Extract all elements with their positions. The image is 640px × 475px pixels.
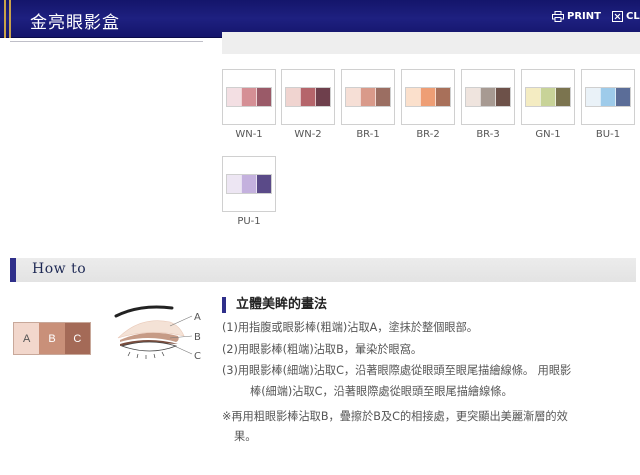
print-label: PRINT: [567, 11, 601, 22]
shade-swatch[interactable]: [281, 69, 335, 125]
close-button[interactable]: CL: [612, 11, 640, 22]
shade-color-cell: [376, 88, 390, 106]
shade-palette: [285, 87, 331, 107]
shade-label: PU-1: [237, 216, 261, 227]
shade-palette: [525, 87, 571, 107]
shade-label: BR-2: [416, 129, 440, 140]
shade-color-cell: [436, 88, 450, 106]
shade-swatch[interactable]: [461, 69, 515, 125]
shade-palette: [226, 87, 272, 107]
shade-color-cell: [241, 175, 257, 193]
palette-cell-c: C: [64, 323, 90, 354]
shade-color-cell: [540, 88, 556, 106]
shade-palette: [465, 87, 511, 107]
eye-label-b: B: [194, 332, 201, 343]
shade-palette: [585, 87, 631, 107]
header-gold-stripe: [4, 0, 6, 38]
printer-icon: [552, 11, 564, 22]
header-gold-stripe: [9, 0, 11, 38]
shade-section-strip: [222, 32, 640, 54]
shade-color-cell: [346, 88, 360, 106]
page-title: 金亮眼影盒: [30, 13, 120, 33]
instruction-step: (1)用指腹或眼影棒(粗端)沾取A，塗抹於整個眼部。: [222, 321, 478, 334]
shade-label: WN-1: [235, 129, 263, 140]
eye-label-a: A: [194, 312, 201, 323]
divider: [10, 41, 203, 42]
shade-label: BR-1: [356, 129, 380, 140]
shade-label: BU-1: [595, 129, 621, 140]
close-label: CL: [626, 11, 640, 22]
shade-color-cell: [300, 88, 316, 106]
shade-color-cell: [420, 88, 436, 106]
eyebrow: [114, 305, 174, 318]
shade-color-cell: [480, 88, 496, 106]
shade-color-cell: [360, 88, 376, 106]
shade-swatch[interactable]: [521, 69, 575, 125]
shade-color-cell: [257, 175, 271, 193]
instruction-step: (3)用眼影棒(細端)沾取C，沿著眼際處從眼頭至眼尾描繪線條。 用眼影: [222, 364, 572, 377]
shade-palette: [226, 174, 272, 194]
palette-cell-a: A: [14, 323, 40, 354]
shade-color-cell: [227, 175, 241, 193]
eye-diagram: A B C: [114, 305, 201, 362]
shade-color-cell: [227, 88, 241, 106]
shade-label: WN-2: [294, 129, 322, 140]
section-accent-bar: [10, 258, 16, 282]
howto-section-header: How to: [10, 258, 636, 282]
palette-cell-b: B: [39, 323, 65, 354]
print-button[interactable]: PRINT: [552, 11, 601, 22]
howto-label: How to: [32, 261, 87, 277]
shade-color-cell: [556, 88, 570, 106]
shade-color-cell: [526, 88, 540, 106]
shade-color-cell: [586, 88, 600, 106]
instructions-title: 立體美眸的畫法: [222, 297, 327, 313]
close-icon: [612, 11, 623, 22]
shade-swatch[interactable]: [222, 69, 276, 125]
instruction-step: 果。: [234, 430, 257, 443]
shade-palette: [405, 87, 451, 107]
shade-color-cell: [600, 88, 616, 106]
instruction-step: ※再用粗眼影棒沾取B，疊擦於B及C的相接處，更突顯出美麗漸層的效: [222, 410, 568, 423]
shade-swatch[interactable]: [581, 69, 635, 125]
shade-color-cell: [257, 88, 271, 106]
instruction-step: (2)用眼影棒(粗端)沾取B，暈染於眼窩。: [222, 343, 423, 356]
shade-swatch[interactable]: [222, 156, 276, 212]
shade-label: BR-3: [476, 129, 500, 140]
eye-label-c: C: [194, 351, 201, 362]
shade-color-cell: [286, 88, 300, 106]
shade-swatch[interactable]: [341, 69, 395, 125]
shade-color-cell: [316, 88, 330, 106]
shade-label: GN-1: [535, 129, 561, 140]
instruction-step: 棒(細端)沾取C，沿著眼際處從眼頭至眼尾描繪線條。: [250, 385, 513, 398]
shade-color-cell: [406, 88, 420, 106]
shade-color-cell: [496, 88, 510, 106]
shade-color-cell: [616, 88, 630, 106]
shade-palette: [345, 87, 391, 107]
shade-color-cell: [466, 88, 480, 106]
shade-color-cell: [241, 88, 257, 106]
shade-swatch[interactable]: [401, 69, 455, 125]
abc-palette: A B C: [13, 322, 91, 355]
